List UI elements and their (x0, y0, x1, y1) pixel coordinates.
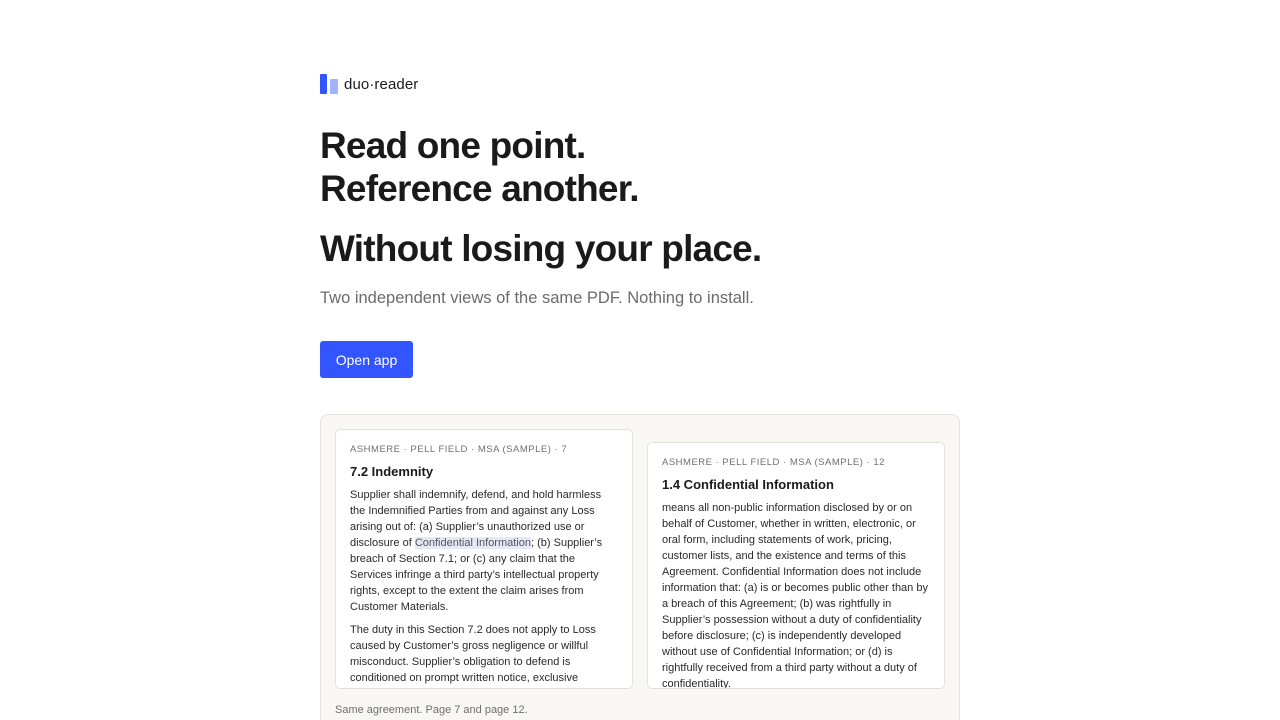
document-meta: ASHMERE · PELL FIELD · MSA (SAMPLE) · 7 (350, 444, 568, 455)
brand[interactable]: duo·reader (320, 74, 418, 94)
headline-line-3: Without losing your place. (320, 228, 762, 269)
subtitle: Two independent views of the same PDF. N… (320, 289, 754, 307)
right-reader-pane[interactable]: ASHMERE · PELL FIELD · MSA (SAMPLE) · 12… (647, 442, 945, 689)
section-paragraph: means all non-public information disclos… (662, 502, 928, 689)
document-meta: ASHMERE · PELL FIELD · MSA (SAMPLE) · 12 (662, 457, 885, 468)
section-title: 1.4 Confidential Information (662, 477, 834, 492)
left-reader-pane[interactable]: ASHMERE · PELL FIELD · MSA (SAMPLE) · 7 … (335, 429, 633, 689)
split-panes-logo-icon (320, 74, 338, 94)
open-app-button[interactable]: Open app (320, 341, 413, 378)
headline: Read one point. Reference another. (320, 124, 640, 210)
brand-name: duo·reader (344, 75, 419, 93)
headline-line-1: Read one point. (320, 125, 586, 166)
demo-caption: Same agreement. Page 7 and page 12. (335, 704, 528, 716)
section-paragraph: Supplier shall indemnify, defend, and ho… (350, 487, 618, 615)
cross-reference-link[interactable]: Confidential Information (414, 537, 531, 549)
section-title: 7.2 Indemnity (350, 464, 434, 479)
headline-line-2: Reference another. (320, 168, 640, 209)
demo-preview: ASHMERE · PELL FIELD · MSA (SAMPLE) · 7 … (320, 414, 960, 720)
section-paragraph: The duty in this Section 7.2 does not ap… (350, 624, 596, 684)
